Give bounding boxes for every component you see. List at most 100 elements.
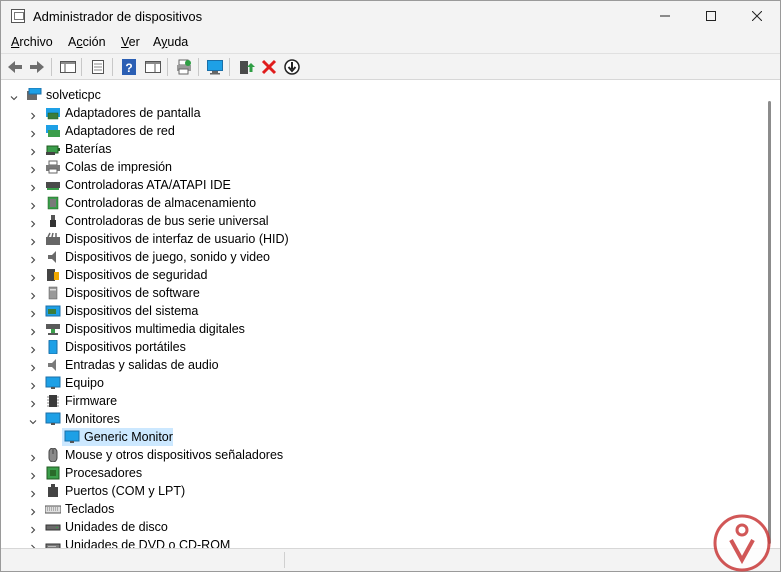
vertical-scrollbar[interactable]	[768, 101, 771, 544]
tree-item-label: Dispositivos portátiles	[65, 340, 186, 354]
tree-item-label: Controladoras de bus serie universal	[65, 214, 269, 228]
tree-category[interactable]: Puertos (COM y LPT)	[4, 482, 744, 500]
device-manager-window: Administrador de dispositivos Archivo Ac…	[0, 0, 781, 572]
action-pane-icon[interactable]	[144, 58, 162, 76]
tree-category[interactable]: Dispositivos portátiles	[4, 338, 744, 356]
tree-category[interactable]: Adaptadores de pantalla	[4, 104, 744, 122]
disable-device-icon[interactable]	[283, 58, 301, 76]
tree-category[interactable]: Monitores	[4, 410, 744, 428]
chevron-right-icon[interactable]	[29, 199, 37, 210]
tree-category[interactable]: Controladoras ATA/ATAPI IDE	[4, 176, 744, 194]
tree-category[interactable]: Procesadores	[4, 464, 744, 482]
chevron-right-icon[interactable]	[29, 127, 37, 138]
chevron-right-icon[interactable]	[29, 541, 37, 548]
tree-item-label: Unidades de disco	[65, 520, 168, 534]
chevron-right-icon[interactable]	[29, 163, 37, 174]
tree-category[interactable]: Dispositivos de interfaz de usuario (HID…	[4, 230, 744, 248]
tree-category[interactable]: Controladoras de almacenamiento	[4, 194, 744, 212]
menu-archivo[interactable]: Archivo	[11, 35, 53, 49]
chevron-right-icon[interactable]	[29, 109, 37, 120]
tree-category[interactable]: Colas de impresión	[4, 158, 744, 176]
chevron-right-icon[interactable]	[29, 379, 37, 390]
menu-ver[interactable]: Ver	[121, 35, 140, 49]
status-bar	[1, 548, 780, 571]
tree-category[interactable]: Unidades de DVD o CD-ROM	[4, 536, 744, 548]
print-icon[interactable]	[175, 58, 193, 76]
tree-item-label: Dispositivos del sistema	[65, 304, 199, 318]
close-button[interactable]	[734, 1, 780, 32]
tree-item-label: Unidades de DVD o CD-ROM	[65, 538, 231, 548]
chevron-right-icon[interactable]	[29, 181, 37, 192]
chevron-down-icon[interactable]	[10, 91, 18, 101]
tree-category[interactable]: Controladoras de bus serie universal	[4, 212, 744, 230]
tree-item-label: Firmware	[65, 394, 118, 408]
maximize-icon	[706, 11, 716, 21]
tree-item-label: Dispositivos de juego, sonido y video	[65, 250, 270, 264]
ide-controller-icon	[46, 182, 60, 190]
tree-category[interactable]: Firmware	[4, 392, 744, 410]
device-tree[interactable]: solveticpc Adaptadores de pantalla Adaptad…	[4, 84, 764, 548]
back-icon[interactable]	[6, 58, 24, 76]
chevron-right-icon[interactable]	[29, 271, 37, 282]
chevron-right-icon[interactable]	[29, 361, 37, 372]
chevron-right-icon[interactable]	[29, 145, 37, 156]
chevron-right-icon[interactable]	[29, 217, 37, 228]
scan-hardware-icon[interactable]	[206, 58, 224, 76]
tree-category[interactable]: Dispositivos del sistema	[4, 302, 744, 320]
chevron-right-icon[interactable]	[29, 451, 37, 462]
software-device-icon	[48, 286, 58, 300]
tree-category[interactable]: Dispositivos multimedia digitales	[4, 320, 744, 338]
tree-category[interactable]: Dispositivos de software	[4, 284, 744, 302]
monitor-icon	[45, 412, 61, 425]
disk-drive-icon	[45, 524, 61, 531]
chevron-right-icon[interactable]	[29, 469, 37, 480]
tree-root[interactable]: solveticpc	[4, 86, 744, 104]
computer-icon	[45, 376, 61, 389]
display-adapter-icon	[46, 108, 60, 120]
tree-category[interactable]: Baterías	[4, 140, 744, 158]
chevron-right-icon[interactable]	[29, 505, 37, 516]
tree-item-label: Adaptadores de pantalla	[65, 106, 201, 120]
chevron-right-icon[interactable]	[29, 397, 37, 408]
chevron-right-icon[interactable]	[29, 343, 37, 354]
properties-icon[interactable]	[89, 58, 107, 76]
chevron-down-icon[interactable]	[29, 415, 37, 425]
minimize-button[interactable]	[642, 1, 688, 32]
menu-accion[interactable]: Acción	[68, 35, 106, 49]
tree-category[interactable]: Entradas y salidas de audio	[4, 356, 744, 374]
tree-device[interactable]: Generic Monitor	[4, 428, 744, 446]
network-adapter-icon	[46, 125, 60, 137]
menu-ayuda[interactable]: Ayuda	[153, 35, 188, 49]
tree-item-label: Teclados	[65, 502, 115, 516]
chevron-right-icon[interactable]	[29, 253, 37, 264]
show-hide-console-tree-icon[interactable]	[59, 58, 77, 76]
tree-category[interactable]: Equipo	[4, 374, 744, 392]
tree-category[interactable]: Adaptadores de red	[4, 122, 744, 140]
tree-item-label: Controladoras ATA/ATAPI IDE	[65, 178, 231, 192]
uninstall-device-icon[interactable]	[260, 58, 278, 76]
tree-category[interactable]: Dispositivos de juego, sonido y video	[4, 248, 744, 266]
status-cell	[5, 552, 285, 568]
forward-icon[interactable]	[28, 58, 46, 76]
update-driver-icon[interactable]	[237, 58, 255, 76]
tree-category[interactable]: Unidades de disco	[4, 518, 744, 536]
keyboard-icon	[45, 505, 61, 514]
chevron-right-icon[interactable]	[29, 325, 37, 336]
chevron-right-icon[interactable]	[29, 307, 37, 318]
chevron-right-icon[interactable]	[29, 487, 37, 498]
chevron-right-icon[interactable]	[29, 235, 37, 246]
tree-item-label: Baterías	[65, 142, 112, 156]
title-bar: Administrador de dispositivos	[1, 1, 780, 32]
tree-category[interactable]: Mouse y otros dispositivos señaladores	[4, 446, 744, 464]
tree-category[interactable]: Teclados	[4, 500, 744, 518]
maximize-button[interactable]	[688, 1, 734, 32]
chevron-right-icon[interactable]	[29, 523, 37, 534]
tree-item-label: solveticpc	[46, 88, 101, 102]
help-icon[interactable]: ?	[120, 58, 138, 76]
processor-icon	[46, 466, 60, 480]
dvd-drive-icon	[45, 543, 61, 548]
chevron-right-icon[interactable]	[29, 289, 37, 300]
minimize-icon	[660, 15, 670, 17]
tree-category[interactable]: Dispositivos de seguridad	[4, 266, 744, 284]
svg-text:?: ?	[125, 61, 132, 75]
